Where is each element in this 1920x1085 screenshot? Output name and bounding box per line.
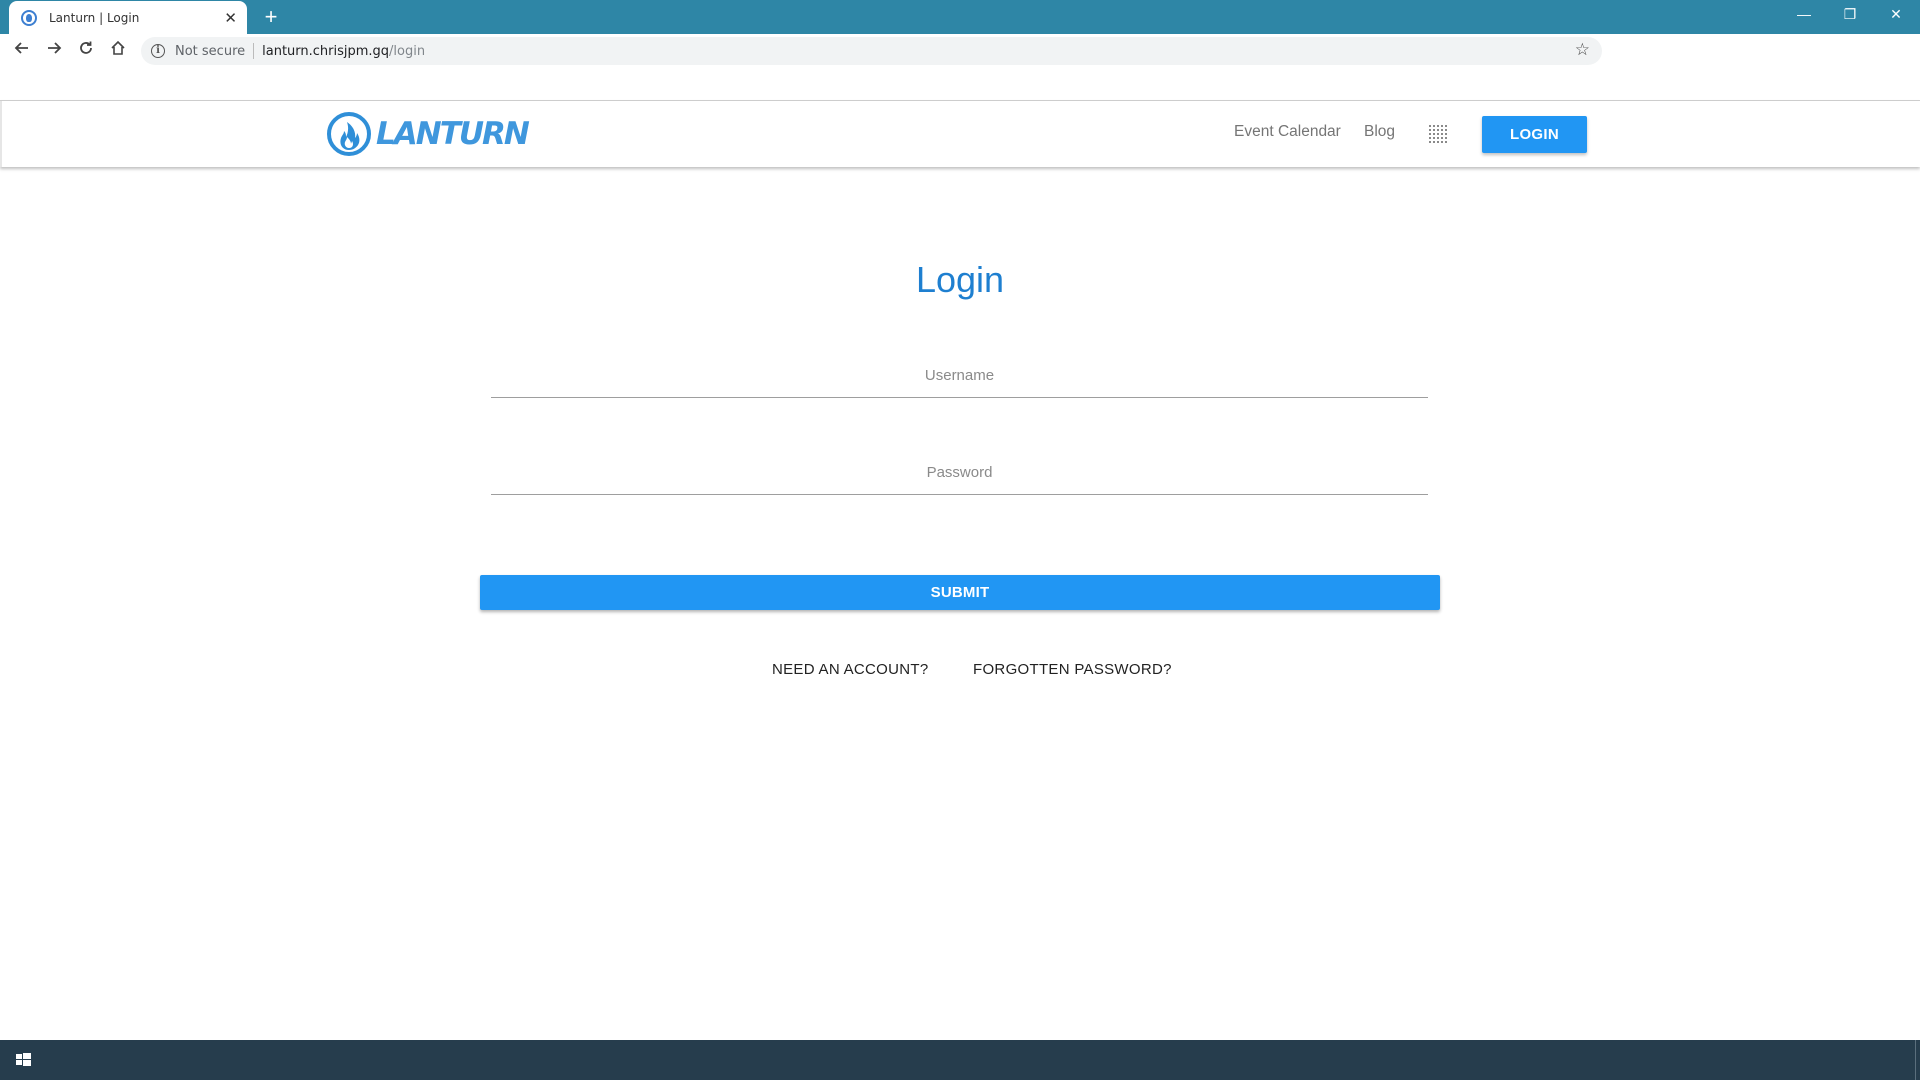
- reload-icon[interactable]: [73, 38, 99, 64]
- show-desktop-edge[interactable]: [1915, 1040, 1916, 1080]
- nav-event-calendar[interactable]: Event Calendar: [1234, 123, 1341, 141]
- address-separator: [253, 43, 255, 59]
- windows-start-icon[interactable]: [0, 1040, 46, 1080]
- browser-tab-active[interactable]: Lanturn | Login ✕: [9, 1, 247, 34]
- address-bar[interactable]: i Not secure lanturn.chrisjpm.gq /login …: [141, 37, 1602, 65]
- flame-logo-icon: [327, 112, 371, 156]
- bookmark-star-icon[interactable]: ☆: [1575, 40, 1590, 60]
- home-icon[interactable]: [105, 38, 131, 64]
- windows-taskbar: [0, 1040, 1920, 1080]
- back-arrow-icon[interactable]: [9, 38, 35, 64]
- tab-close-icon[interactable]: ✕: [224, 9, 237, 27]
- username-input[interactable]: [491, 354, 1428, 398]
- url-host: lanturn.chrisjpm.gq: [262, 43, 390, 59]
- logo-wordmark: LANTURN: [376, 116, 530, 152]
- restore-window-button[interactable]: ❐: [1827, 0, 1873, 30]
- minimize-window-button[interactable]: —: [1781, 0, 1827, 30]
- url-path: /login: [389, 43, 426, 59]
- forgotten-password-link[interactable]: FORGOTTEN PASSWORD?: [973, 661, 1172, 678]
- apps-grid-icon[interactable]: [1429, 125, 1447, 143]
- need-account-link[interactable]: NEED AN ACCOUNT?: [772, 661, 929, 678]
- tab-title: Lanturn | Login: [49, 10, 140, 25]
- close-window-button[interactable]: ✕: [1873, 0, 1919, 30]
- site-favicon-icon: [21, 9, 37, 26]
- security-status[interactable]: Not secure: [175, 44, 245, 59]
- browser-bookmark-area: [0, 68, 1920, 100]
- forward-arrow-icon[interactable]: [41, 38, 67, 64]
- info-icon[interactable]: i: [151, 44, 165, 58]
- password-input[interactable]: [491, 451, 1428, 495]
- nav-blog[interactable]: Blog: [1364, 123, 1395, 141]
- header-login-button[interactable]: LOGIN: [1482, 116, 1587, 153]
- browser-tabstrip: Lanturn | Login ✕ + — ❐ ✕: [0, 0, 1920, 34]
- browser-toolbar: i Not secure lanturn.chrisjpm.gq /login …: [0, 34, 1920, 68]
- site-header: LANTURN Event Calendar Blog LOGIN: [0, 101, 1920, 167]
- page-title: Login: [915, 259, 1005, 300]
- site-logo[interactable]: LANTURN: [326, 110, 530, 158]
- submit-button[interactable]: SUBMIT: [480, 575, 1440, 610]
- new-tab-button[interactable]: +: [258, 4, 284, 30]
